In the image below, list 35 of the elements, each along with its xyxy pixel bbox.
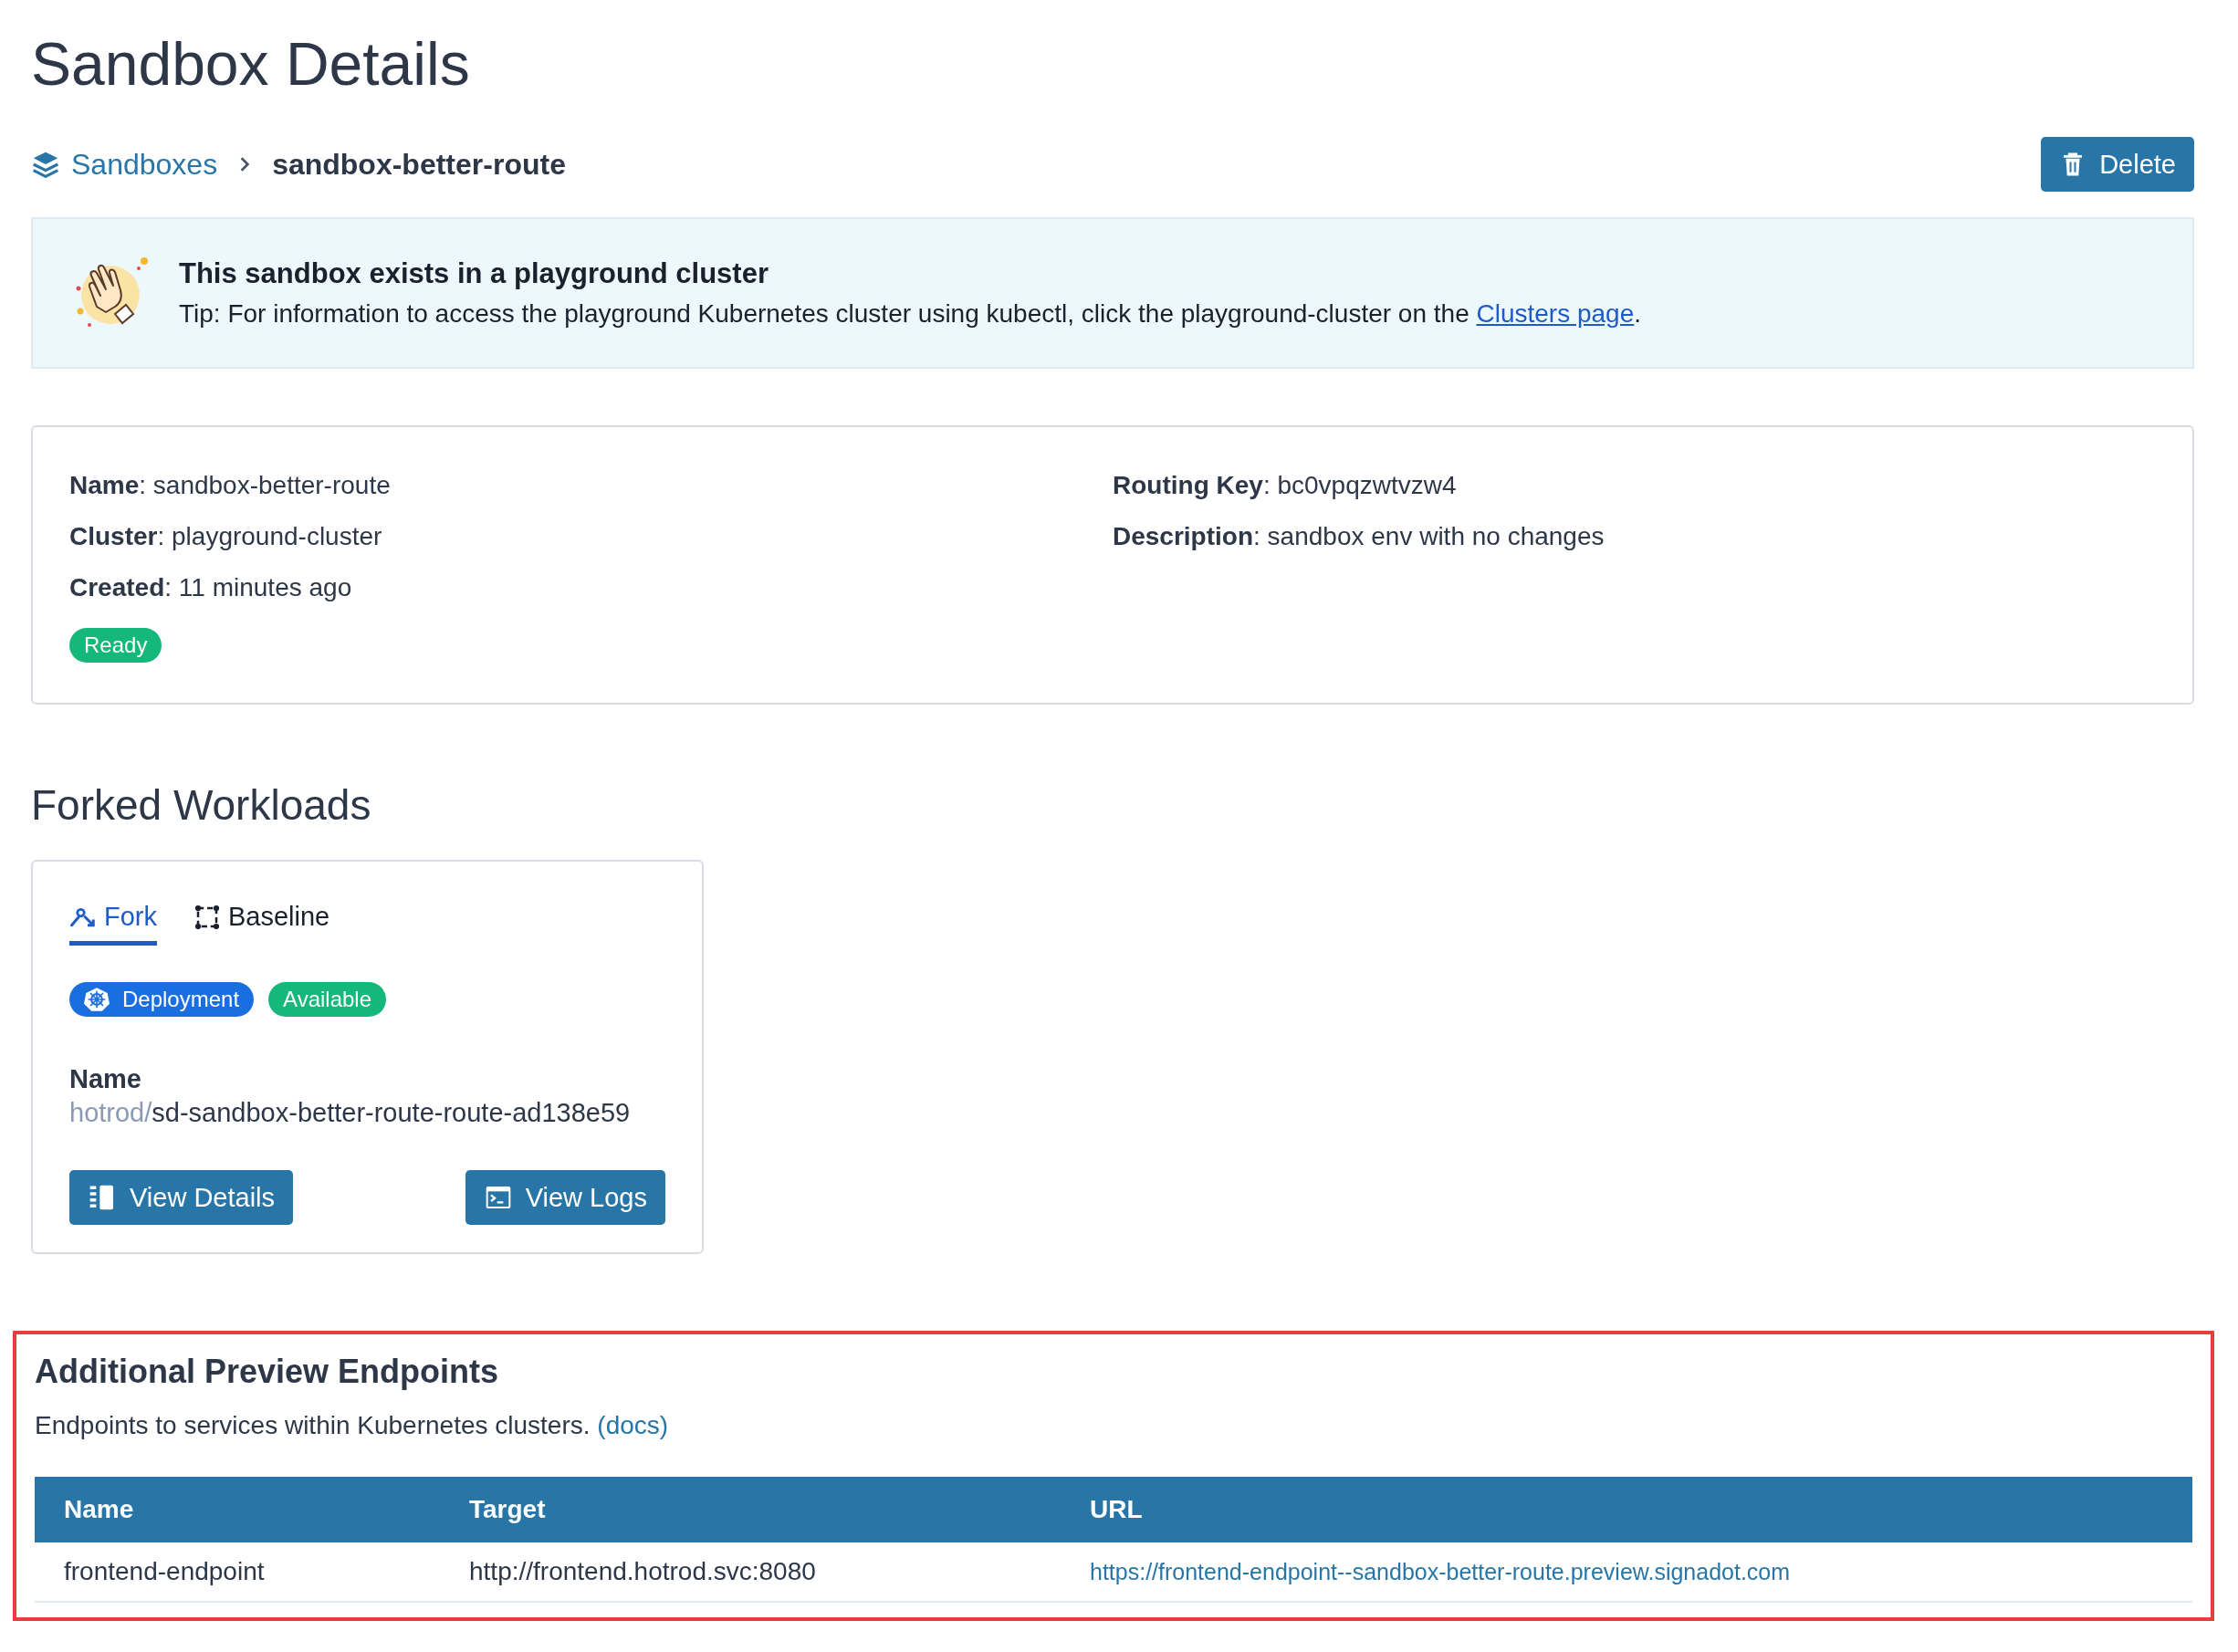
name-label: Name: [69, 1064, 142, 1094]
endpoint-url-link[interactable]: https://frontend-endpoint--sandbox-better-route.preview.signadot.com: [1090, 1559, 1791, 1584]
section-heading: Forked Workloads: [31, 780, 372, 831]
helm-wheel-icon: [84, 987, 110, 1012]
workload-badge: Deployment: [69, 982, 255, 1017]
status-badge: Ready: [69, 628, 162, 663]
action-button[interactable]: View Logs: [465, 1170, 665, 1225]
tab[interactable]: Fork: [69, 893, 157, 946]
chevron-right-icon: [239, 156, 251, 173]
docs-link[interactable]: (docs): [597, 1411, 669, 1439]
tab[interactable]: Baseline: [193, 893, 330, 946]
banner-tip: Tip: For information to access the playground Kubernetes cluster using kubectl, click the playground-cluster on the Clusters page.: [179, 299, 1642, 329]
workload-badge: Available: [268, 982, 387, 1017]
page-title: Sandbox Details: [31, 29, 471, 99]
delete-button[interactable]: Delete: [2041, 137, 2194, 192]
dashed-square-icon: [193, 903, 221, 931]
workload-name: hotrod/sd-sandbox-better-route-route-ad138e59: [69, 1098, 632, 1128]
detail-field: Routing Key: bc0vpqzwtvzw4: [1113, 460, 2156, 511]
section-description: Endpoints to services within Kubernetes clusters. (docs): [35, 1411, 670, 1440]
table-cell: http://frontend.hotrod.svc:8080: [469, 1557, 816, 1585]
banner-title: This sandbox exists in a playground cluster: [179, 257, 769, 290]
detail-field: Description: sandbox env with no changes: [1113, 511, 2156, 562]
column-header: Name: [64, 1495, 134, 1523]
section-heading: Additional Preview Endpoints: [35, 1353, 500, 1391]
detail-field: Cluster: playground-cluster: [69, 511, 1113, 562]
column-header: URL: [1090, 1495, 1143, 1523]
breadcrumb-current: sandbox-better-route: [272, 147, 566, 182]
detail-field: Name: sandbox-better-route: [69, 460, 1113, 511]
breadcrumb-link[interactable]: Sandboxes: [71, 147, 218, 182]
clusters-page-link[interactable]: Clusters page: [1476, 299, 1635, 328]
column-header: Target: [469, 1495, 546, 1523]
table-cell: frontend-endpoint: [64, 1557, 265, 1585]
action-button[interactable]: View Details: [69, 1170, 294, 1225]
layers-icon: [31, 150, 60, 179]
detail-field: Created: 11 minutes ago: [69, 562, 1113, 613]
